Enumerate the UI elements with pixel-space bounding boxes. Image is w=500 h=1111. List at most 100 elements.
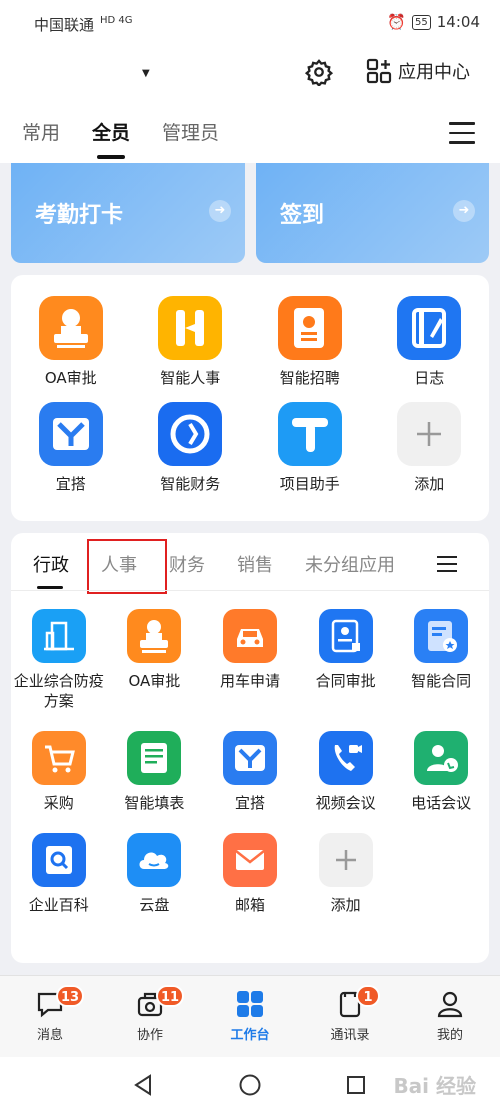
stamp-icon — [38, 296, 103, 360]
app-label: 云盘 — [139, 896, 170, 914]
tab-ungrouped[interactable]: 未分组应用 — [305, 551, 395, 577]
tab-common[interactable]: 常用 — [22, 118, 60, 145]
app-oa-approval-2[interactable]: OA审批 — [107, 609, 203, 711]
app-log[interactable]: 日志 — [370, 296, 490, 388]
app-yida-2[interactable]: 宜搭 — [202, 731, 298, 813]
tab-all-members[interactable]: 全员 — [92, 118, 130, 159]
featured-apps-panel: OA审批 智能人事 智能招聘 日志 宜搭 智能财务 项目助手 添加 — [11, 275, 489, 521]
sign-in-card-label: 签到 — [280, 203, 325, 228]
stamp-icon — [127, 609, 182, 663]
app-cloud-drive[interactable]: 云盘 — [107, 833, 203, 915]
phone-meeting-icon — [414, 731, 469, 785]
cart-icon — [31, 731, 86, 785]
smart-contract-icon — [414, 609, 469, 663]
building-icon — [31, 609, 86, 663]
app-smart-recruit[interactable]: 智能招聘 — [250, 296, 370, 388]
app-yida[interactable]: 宜搭 — [11, 402, 131, 494]
profile-icon — [437, 991, 463, 1018]
app-encyclopedia[interactable]: 企业百科 — [11, 833, 107, 915]
arrow-right-icon: ➜ — [453, 200, 475, 222]
battery-indicator: 55 — [412, 14, 431, 30]
nav-label: 工作台 — [230, 1028, 270, 1043]
yida-icon — [222, 731, 277, 785]
app-grid-icon — [366, 58, 392, 84]
nav-collaboration[interactable]: 11 协作 — [100, 976, 200, 1057]
back-triangle-icon[interactable] — [133, 1074, 153, 1096]
search-book-icon — [31, 833, 86, 887]
app-label: 智能招聘 — [279, 369, 340, 387]
cloud-icon — [127, 833, 182, 887]
video-call-icon — [318, 731, 373, 785]
app-smart-form[interactable]: 智能填表 — [107, 731, 203, 813]
app-label: 添加 — [330, 896, 361, 914]
finance-icon — [158, 402, 223, 466]
plus-icon — [397, 402, 462, 466]
sign-in-card[interactable]: 签到 ➜ — [256, 163, 489, 263]
attendance-card-label: 考勤打卡 — [35, 203, 124, 228]
app-label: 添加 — [414, 475, 445, 493]
app-label: 企业百科 — [28, 896, 89, 914]
app-label: 项目助手 — [279, 475, 340, 493]
menu-hamburger-icon[interactable] — [449, 122, 475, 144]
app-purchase[interactable]: 采购 — [11, 731, 107, 813]
app-smart-contract[interactable]: 智能合同 — [393, 609, 489, 711]
app-label: 采购 — [43, 794, 74, 812]
app-label: 宜搭 — [55, 475, 86, 493]
app-epidemic-plan[interactable]: 企业综合防疫方案 — [11, 609, 107, 711]
form-icon — [127, 731, 182, 785]
tab-admin[interactable]: 管理员 — [162, 118, 219, 145]
app-smart-hr[interactable]: 智能人事 — [131, 296, 251, 388]
nav-messages[interactable]: 13 消息 — [0, 976, 100, 1057]
nav-label: 我的 — [436, 1028, 463, 1043]
resume-icon — [277, 296, 342, 360]
unread-badge: 1 — [356, 985, 380, 1007]
app-label: 企业综合防疫方案 — [13, 672, 104, 710]
attendance-card[interactable]: 考勤打卡 ➜ — [11, 163, 245, 263]
plus-icon — [318, 833, 373, 887]
app-label: 宜搭 — [234, 794, 265, 812]
app-smart-finance[interactable]: 智能财务 — [131, 402, 251, 494]
app-center-button[interactable]: 应用中心 — [366, 58, 470, 84]
carrier-label: 中国联通 — [34, 16, 95, 34]
app-project-assistant[interactable]: 项目助手 — [250, 402, 370, 494]
app-video-meeting[interactable]: 视频会议 — [298, 731, 394, 813]
nav-contacts[interactable]: 1 通讯录 — [300, 976, 400, 1057]
tab-sales[interactable]: 销售 — [237, 551, 273, 577]
app-oa-approval[interactable]: OA审批 — [11, 296, 131, 388]
unread-badge: 13 — [56, 985, 85, 1007]
app-label: 智能财务 — [160, 475, 221, 493]
nav-label: 通讯录 — [330, 1028, 370, 1043]
add-category-app-button[interactable]: 添加 — [298, 833, 394, 915]
network-indicator: HD 4G — [100, 15, 133, 26]
nav-label: 消息 — [36, 1028, 63, 1043]
add-app-button[interactable]: 添加 — [370, 402, 490, 494]
app-label: 智能人事 — [160, 369, 221, 387]
app-label: 视频会议 — [315, 794, 376, 812]
category-menu-icon[interactable] — [437, 556, 457, 577]
app-phone-meeting[interactable]: 电话会议 — [393, 731, 489, 813]
system-nav-bar: Bai 经验 — [0, 1057, 500, 1111]
h-letter-icon — [158, 296, 223, 360]
car-icon — [222, 609, 277, 663]
workbench-icon — [237, 991, 263, 1017]
nav-label: 协作 — [136, 1028, 163, 1043]
clock: 14:04 — [436, 13, 480, 31]
alarm-icon: ⏰ — [387, 13, 407, 31]
app-label: OA审批 — [44, 369, 97, 387]
app-label: 智能合同 — [411, 672, 472, 690]
nav-profile[interactable]: 我的 — [400, 976, 500, 1057]
bottom-nav: 13 消息 11 协作 工作台 1 通讯录 我的 — [0, 975, 500, 1057]
settings-gear-icon[interactable] — [305, 58, 333, 86]
tab-admin-affairs[interactable]: 行政 — [33, 551, 69, 589]
app-center-label: 应用中心 — [398, 62, 470, 83]
app-car-request[interactable]: 用车申请 — [202, 609, 298, 711]
org-switcher-caret-icon[interactable]: ▼ — [142, 68, 150, 79]
recents-square-icon[interactable] — [346, 1075, 366, 1095]
home-circle-icon[interactable] — [239, 1074, 261, 1096]
nav-workbench[interactable]: 工作台 — [200, 976, 300, 1057]
t-letter-icon — [277, 402, 342, 466]
tab-finance[interactable]: 财务 — [169, 551, 205, 577]
watermark: Bai 经验 — [393, 1074, 476, 1098]
app-mailbox[interactable]: 邮箱 — [202, 833, 298, 915]
app-contract-approval[interactable]: 合同审批 — [298, 609, 394, 711]
